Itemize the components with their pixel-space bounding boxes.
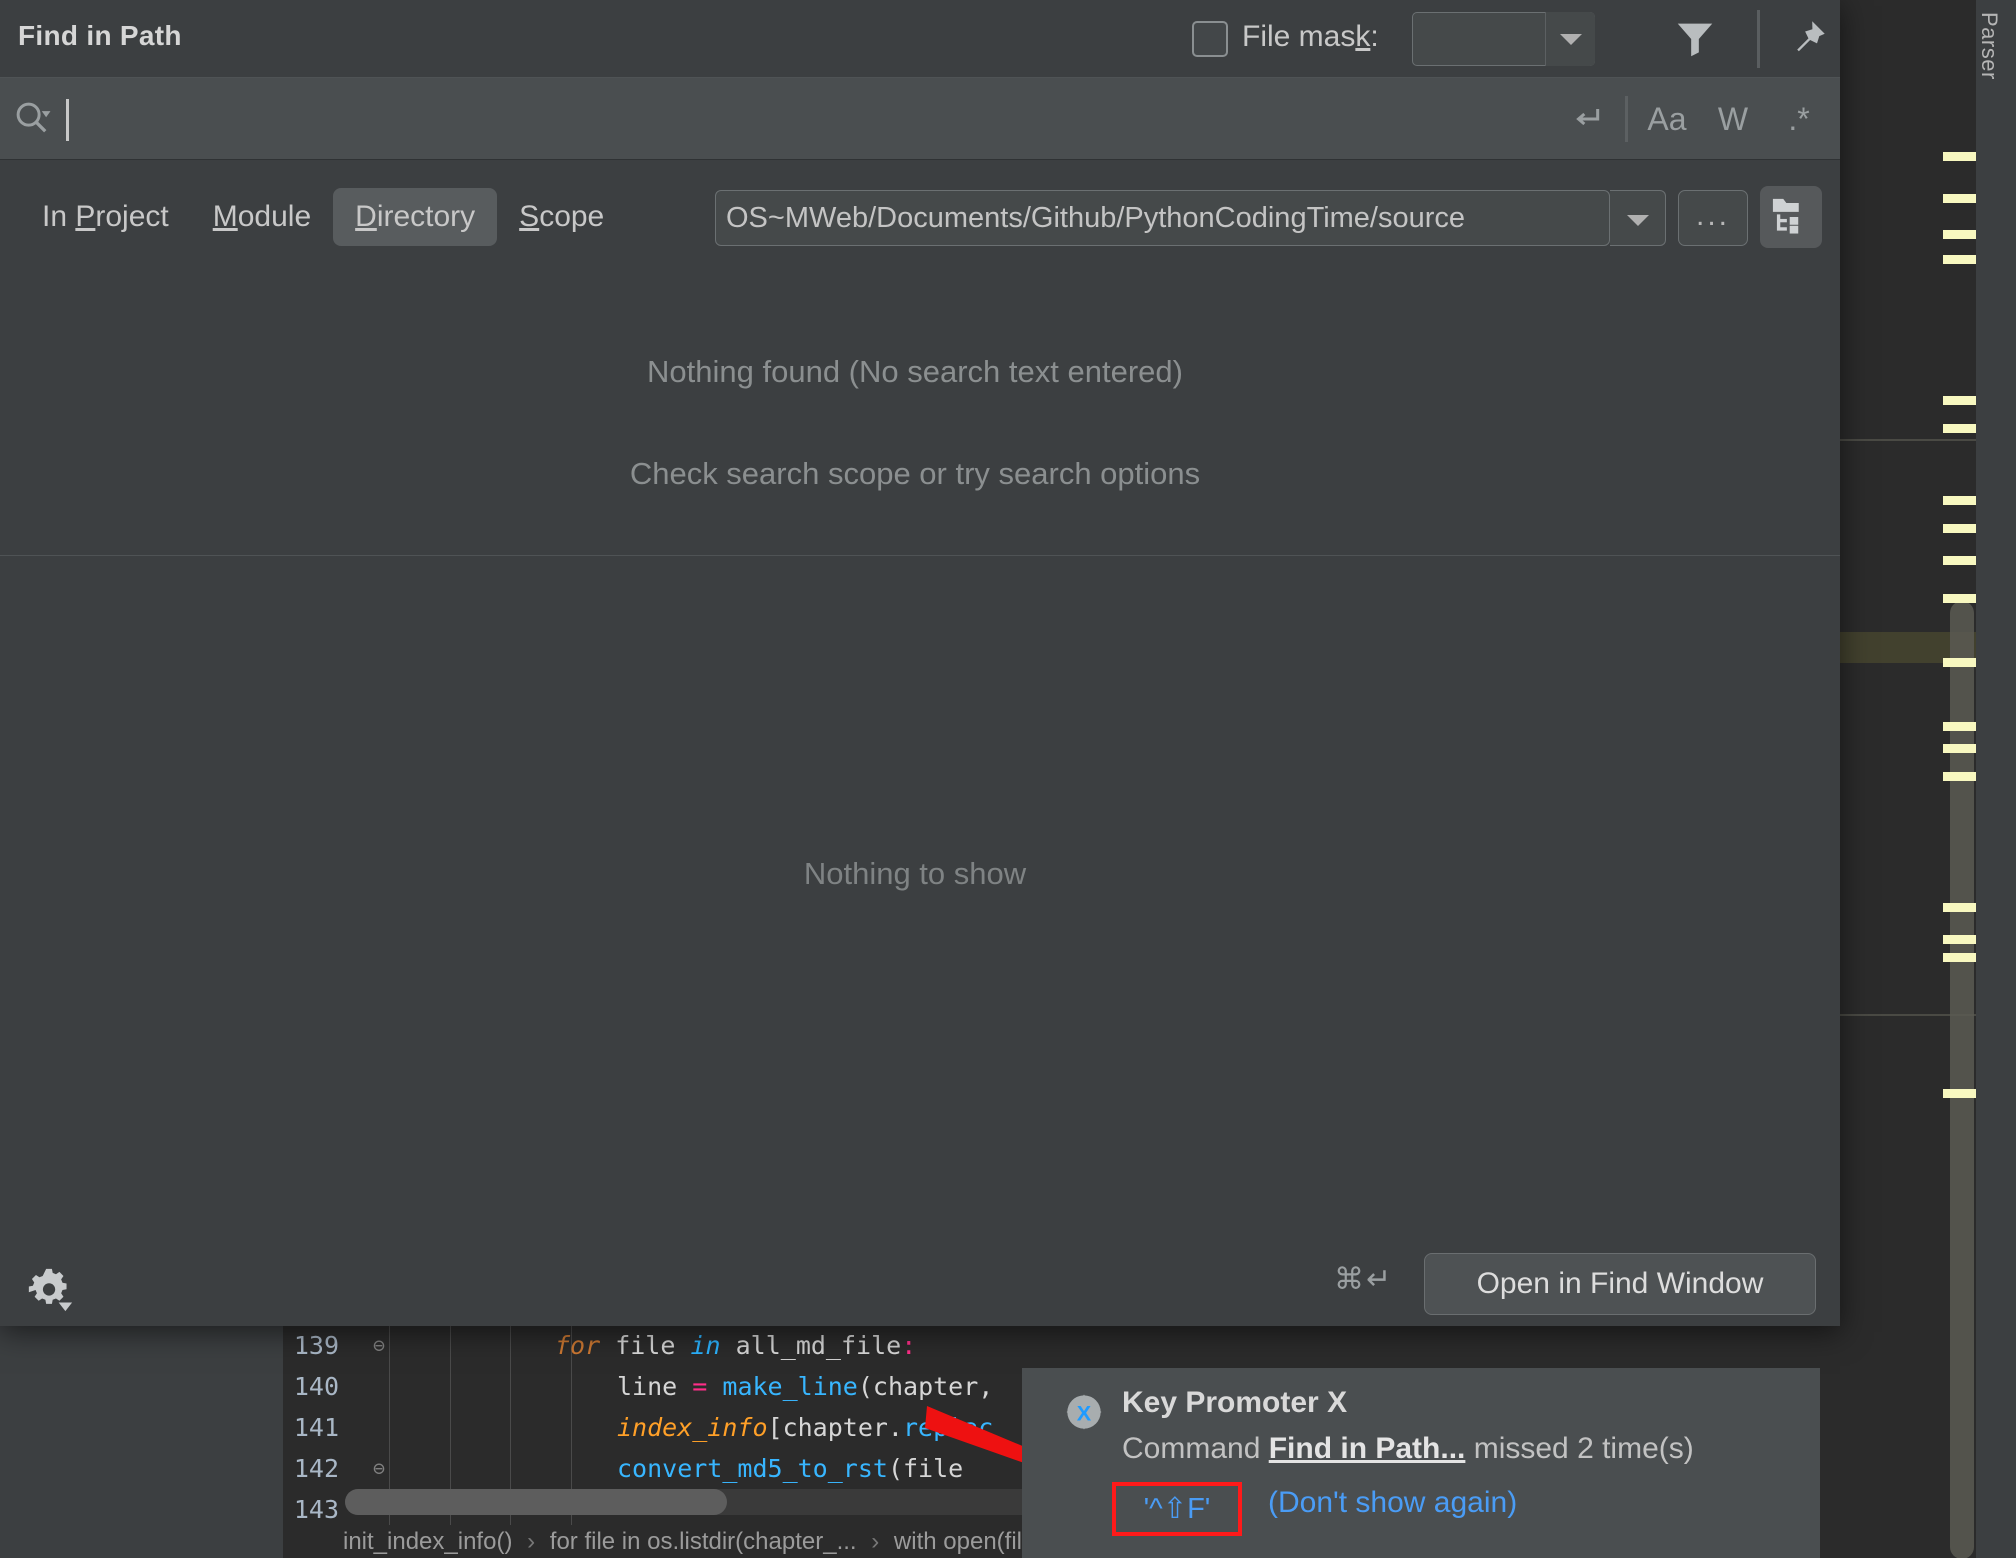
breadcrumb-separator: › xyxy=(519,1528,543,1555)
browse-directory-button[interactable]: ... xyxy=(1678,190,1748,246)
shortcut-highlight-box: '^⇧F' xyxy=(1112,1482,1242,1536)
dont-show-again-link[interactable]: (Don't show again) xyxy=(1268,1486,1517,1520)
right-tool-bar xyxy=(1976,120,2016,1558)
search-match-marker[interactable] xyxy=(1943,152,1979,161)
editor-hscrollbar-thumb[interactable] xyxy=(345,1489,727,1515)
folder-tree-icon[interactable] xyxy=(1760,186,1822,248)
key-promoter-x-icon: X xyxy=(1064,1392,1104,1432)
notification-command-name: Find in Path... xyxy=(1269,1432,1466,1465)
search-match-marker[interactable] xyxy=(1943,396,1979,405)
match-case-toggle[interactable]: Aa xyxy=(1634,78,1700,160)
search-match-marker[interactable] xyxy=(1943,744,1979,753)
file-mask-dropdown-button[interactable] xyxy=(1545,12,1595,66)
gear-icon[interactable] xyxy=(25,1265,75,1315)
filter-icon[interactable] xyxy=(1672,16,1718,62)
directory-path-input[interactable]: OS~MWeb/Documents/Github/PythonCodingTim… xyxy=(715,190,1610,246)
key-promoter-notification: X Key Promoter X Command Find in Path...… xyxy=(1022,1368,1820,1558)
open-in-find-window-shortcut: ⌘↵ xyxy=(1334,1262,1393,1297)
no-results-hint: Check search scope or try search options xyxy=(0,456,1830,492)
search-match-marker[interactable] xyxy=(1943,255,1979,264)
code-token: [ xyxy=(768,1413,783,1442)
search-icon[interactable] xyxy=(12,98,54,140)
scope-tab-scope[interactable]: Scope xyxy=(497,188,626,246)
open-in-find-window-button[interactable]: Open in Find Window xyxy=(1424,1253,1816,1315)
file-mask-label: File mask: xyxy=(1242,20,1379,54)
words-toggle[interactable]: W xyxy=(1700,78,1766,160)
search-match-marker[interactable] xyxy=(1943,424,1979,433)
toolbar-divider xyxy=(1625,96,1628,142)
breadcrumb-item-0[interactable]: init_index_info() xyxy=(343,1528,512,1555)
preview-area: Nothing to show xyxy=(0,556,1840,1246)
code-token: convert_md5_to_rst xyxy=(617,1454,888,1483)
multiline-toggle[interactable] xyxy=(1553,78,1619,160)
search-match-marker[interactable] xyxy=(1943,230,1979,239)
code-token: index_info xyxy=(617,1413,768,1442)
fold-marker-icon[interactable]: ⊖ xyxy=(353,1448,405,1489)
scope-tab-group: In Project Module Directory Scope xyxy=(20,188,626,246)
search-match-marker[interactable] xyxy=(1943,722,1979,731)
chevron-down-icon xyxy=(1560,34,1582,45)
tool-tab-parser[interactable]: Parser xyxy=(1976,0,2016,120)
search-row: Aa W .* xyxy=(0,78,1840,160)
search-match-marker[interactable] xyxy=(1943,953,1979,962)
search-match-marker[interactable] xyxy=(1943,594,1979,603)
chevron-down-icon xyxy=(1627,215,1649,226)
regex-toggle[interactable]: .* xyxy=(1766,78,1832,160)
line-number: 141 xyxy=(283,1407,353,1448)
notification-message-pre: Command xyxy=(1122,1432,1269,1465)
find-in-path-dialog: Find in Path File mask: xyxy=(0,0,1840,1326)
search-match-marker[interactable] xyxy=(1943,903,1979,912)
notification-shortcut: '^⇧F' xyxy=(1116,1486,1238,1532)
search-match-marker[interactable] xyxy=(1943,556,1979,565)
dialog-header: Find in Path File mask: xyxy=(0,0,1840,78)
svg-text:X: X xyxy=(1077,1400,1092,1425)
preview-empty-message: Nothing to show xyxy=(0,856,1830,892)
scope-tab-module[interactable]: Module xyxy=(191,188,333,246)
search-match-marker[interactable] xyxy=(1943,524,1979,533)
breadcrumb-item-1[interactable]: for file in os.listdir(chapter_... xyxy=(550,1528,857,1555)
pin-icon[interactable] xyxy=(1782,14,1832,64)
search-input[interactable] xyxy=(66,88,1466,150)
search-match-marker[interactable] xyxy=(1943,772,1979,781)
results-area: Nothing found (No search text entered) C… xyxy=(0,276,1840,556)
left-tool-window-status xyxy=(0,1540,283,1558)
line-number: 142 xyxy=(283,1448,353,1489)
file-mask-checkbox[interactable] xyxy=(1192,21,1228,57)
search-match-marker[interactable] xyxy=(1943,935,1979,944)
line-number: 143 xyxy=(283,1489,353,1525)
page-title: Find in Path xyxy=(18,20,182,52)
search-match-marker[interactable] xyxy=(1943,496,1979,505)
notification-title: Key Promoter X xyxy=(1122,1386,1347,1420)
breadcrumb-separator: › xyxy=(863,1528,887,1555)
tool-tab-parser-label: Parser xyxy=(1976,0,2002,80)
search-option-toggles: Aa W .* xyxy=(1553,78,1832,160)
toolbar-divider xyxy=(1757,10,1760,68)
marker-divider xyxy=(1840,439,1976,441)
search-match-marker[interactable] xyxy=(1943,658,1979,667)
no-results-message: Nothing found (No search text entered) xyxy=(0,354,1830,390)
scope-tab-in-project[interactable]: In Project xyxy=(20,188,191,246)
code-token: chapter. xyxy=(783,1413,903,1442)
search-match-marker[interactable] xyxy=(1943,194,1979,203)
scope-row: In Project Module Directory Scope OS~MWe… xyxy=(0,160,1840,276)
notification-message-post: missed 2 time(s) xyxy=(1465,1432,1693,1465)
search-match-marker[interactable] xyxy=(1943,1089,1979,1098)
notification-message: Command Find in Path... missed 2 time(s) xyxy=(1122,1432,1694,1466)
scope-tab-directory[interactable]: Directory xyxy=(333,188,497,246)
directory-dropdown-button[interactable] xyxy=(1610,190,1666,246)
